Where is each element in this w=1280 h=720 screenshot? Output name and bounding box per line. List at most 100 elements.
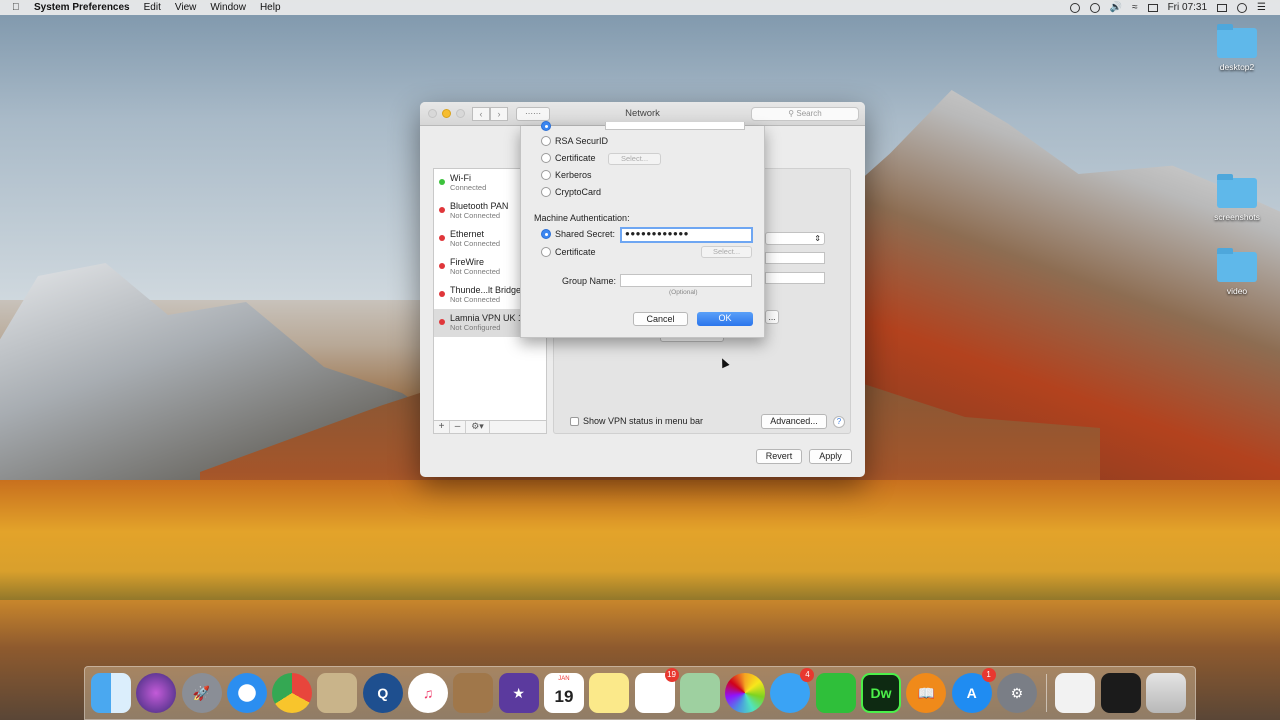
radio-label: Kerberos [555, 170, 592, 180]
configuration-select[interactable]: ⇕ [765, 232, 825, 245]
notification-icon[interactable] [1217, 3, 1228, 12]
add-service-button[interactable]: + [434, 421, 450, 433]
chrome-icon[interactable] [272, 673, 313, 713]
mail-icon[interactable] [317, 673, 358, 713]
desktop-folder-desktop2[interactable]: desktop2 [1207, 24, 1267, 72]
calendar-month: JAN [558, 676, 570, 682]
notes-icon[interactable] [589, 673, 630, 713]
status-dot-icon [439, 263, 445, 269]
menu-help[interactable]: Help [260, 2, 281, 13]
finder-icon[interactable] [91, 673, 131, 713]
radio-icon [541, 136, 551, 146]
shared-secret-field[interactable]: ●●●●●●●●●●●● [620, 227, 753, 243]
folder-icon [1217, 24, 1257, 58]
menu-app-name[interactable]: System Preferences [34, 2, 130, 13]
search-input[interactable]: ⚲ Search [751, 107, 859, 121]
user-certificate-select-button[interactable]: Select... [608, 153, 661, 165]
desktop-folder-label: screenshots [1214, 212, 1260, 222]
radio-label: Certificate [555, 247, 596, 257]
group-name-field[interactable] [620, 274, 752, 287]
machine-certificate-select-button[interactable]: Select... [701, 246, 752, 258]
trash-icon[interactable] [1145, 673, 1186, 713]
group-name-label: Group Name: [562, 276, 617, 286]
quicktime-icon[interactable]: Q [362, 673, 403, 713]
desktop-folder-screenshots[interactable]: screenshots [1207, 174, 1267, 222]
vpn-status-icon[interactable] [1089, 2, 1100, 13]
battery-icon[interactable] [1147, 3, 1158, 12]
menu-edit[interactable]: Edit [144, 2, 161, 13]
menu-view[interactable]: View [175, 2, 197, 13]
show-vpn-status-checkbox[interactable]: Show VPN status in menu bar [570, 416, 703, 426]
safari-icon[interactable] [226, 673, 267, 713]
photos-icon[interactable] [725, 673, 766, 713]
desktop-folder-video[interactable]: video [1207, 248, 1267, 296]
messages-icon[interactable]: 4 [770, 668, 815, 713]
maps-icon[interactable] [679, 673, 720, 713]
revert-button[interactable]: Revert [756, 449, 802, 464]
imovie-icon[interactable]: ★ [498, 673, 539, 713]
gear-icon[interactable]: ⚙▾ [466, 421, 490, 433]
notefile-icon[interactable] [453, 673, 494, 713]
radio-rsa-securid[interactable]: RSA SecurID [541, 136, 608, 146]
facetime-icon[interactable] [815, 673, 856, 713]
radio-label: CryptoCard [555, 187, 602, 197]
menu-clock[interactable]: Fri 07:31 [1168, 2, 1207, 13]
cancel-button[interactable]: Cancel [633, 312, 688, 326]
status-dot-icon [439, 319, 445, 325]
show-vpn-status-label: Show VPN status in menu bar [583, 416, 704, 426]
radio-label: Shared Secret: [555, 229, 616, 239]
radio-label: RSA SecurID [555, 136, 609, 146]
ok-button[interactable]: OK [697, 312, 753, 326]
reminders-icon[interactable]: 19 [634, 668, 679, 713]
list-icon[interactable]: ☰ [1257, 2, 1266, 13]
folder-icon [1217, 248, 1257, 282]
radio-kerberos[interactable]: Kerberos [541, 170, 592, 180]
itunes-icon[interactable]: ♫ [408, 673, 449, 713]
menu-window[interactable]: Window [210, 2, 246, 13]
radio-icon [541, 187, 551, 197]
ibooks-icon[interactable]: 📖 [906, 673, 947, 713]
apply-button[interactable]: Apply [809, 449, 852, 464]
desktop-folder-label: desktop2 [1219, 62, 1255, 72]
calendar-icon[interactable]: JAN 19 [543, 673, 584, 713]
radio-icon [541, 247, 551, 257]
machine-authentication-heading: Machine Authentication: [534, 213, 630, 223]
radio-machine-certificate[interactable]: Certificate [541, 247, 596, 257]
remove-service-button[interactable]: – [450, 421, 466, 433]
dreamweaver-icon[interactable]: Dw [861, 673, 902, 713]
volume-icon[interactable]: 🔊 [1110, 2, 1122, 13]
dreamweaver-label: Dw [870, 685, 892, 701]
search-placeholder: Search [796, 109, 822, 118]
radio-user-certificate[interactable]: Certificate [541, 153, 596, 163]
status-dot-icon [439, 291, 445, 297]
radio-icon [541, 170, 551, 180]
launchpad-icon[interactable]: 🚀 [181, 673, 222, 713]
authentication-settings-button[interactable]: ... [765, 310, 779, 324]
authentication-settings-sheet: RSA SecurID Certificate Select... Kerber… [520, 121, 765, 338]
document-icon[interactable] [1055, 673, 1096, 713]
wifi-icon[interactable]: ≈ [1132, 2, 1138, 13]
apple-menu-icon[interactable]:  [12, 2, 22, 13]
advanced-button[interactable]: Advanced... [761, 414, 827, 429]
radio-cryptocard[interactable]: CryptoCard [541, 187, 601, 197]
server-address-field[interactable] [765, 252, 825, 264]
radio-icon [541, 153, 551, 163]
calendar-day: 19 [554, 687, 574, 706]
user-icon[interactable] [1237, 2, 1248, 13]
optional-hint: (Optional) [669, 289, 698, 296]
service-list-toolbar: + – ⚙▾ [433, 420, 547, 434]
record-icon[interactable] [1069, 2, 1080, 13]
help-button[interactable]: ? [833, 416, 845, 428]
radio-label: Certificate [555, 153, 596, 163]
account-name-field[interactable] [765, 272, 825, 284]
dock: 🚀 Q ♫ ★ JAN 19 19 4 Dw 📖 A 1 ⚙ [84, 666, 1196, 720]
radio-selected-icon [541, 121, 551, 131]
appstore-icon[interactable]: A 1 [951, 668, 996, 713]
system-preferences-icon[interactable]: ⚙ [996, 673, 1037, 713]
siri-icon[interactable] [136, 673, 177, 713]
reminders-badge: 19 [664, 668, 679, 682]
radio-shared-secret[interactable]: Shared Secret: [541, 229, 615, 239]
screen-capture-icon[interactable] [1100, 673, 1141, 713]
dock-separator [1046, 674, 1048, 712]
checkbox-icon [570, 416, 579, 426]
